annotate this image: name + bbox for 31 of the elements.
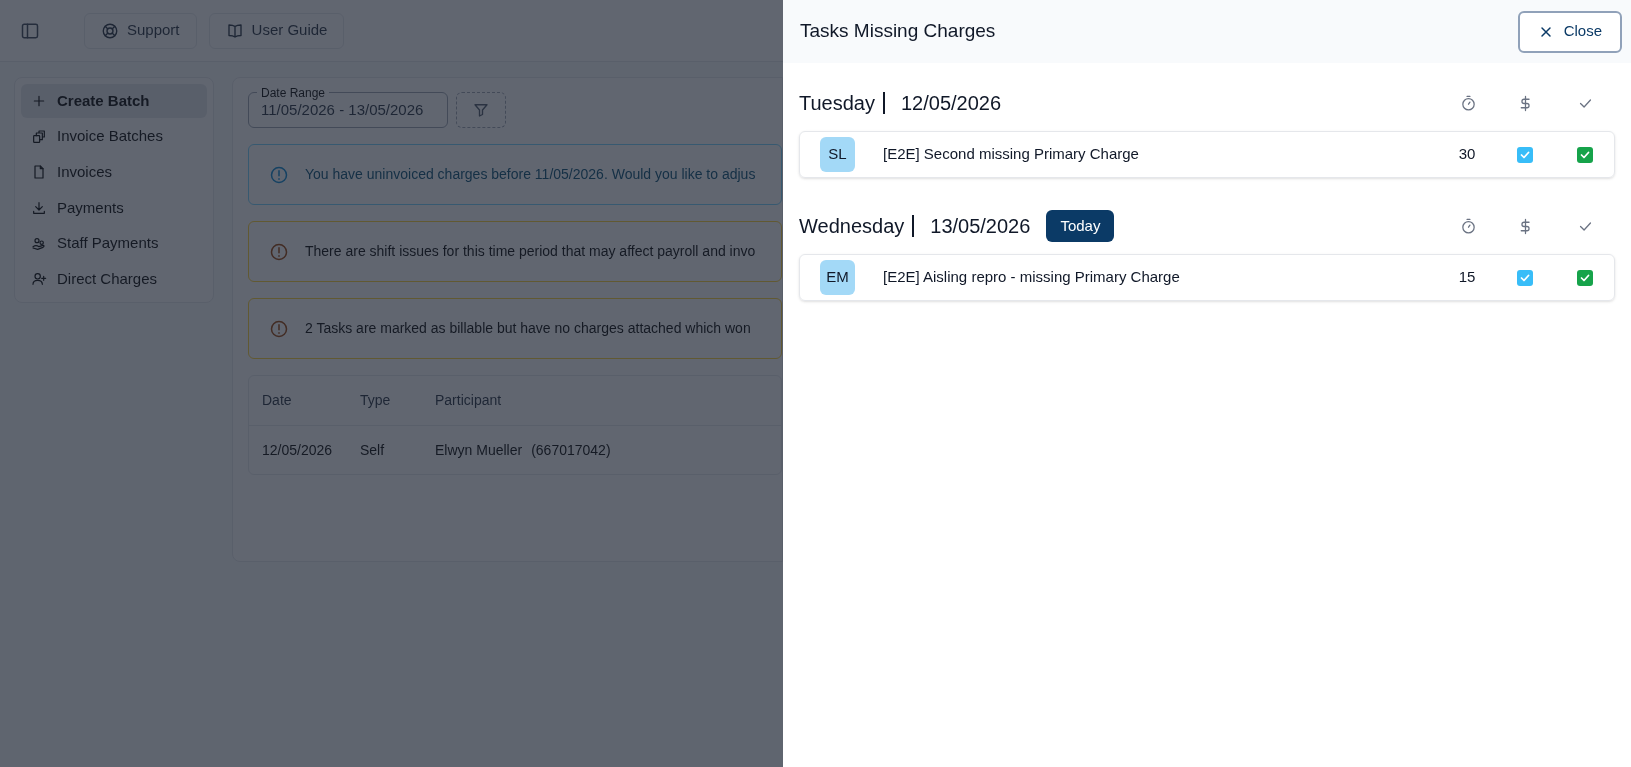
minutes-value: 30 <box>1458 144 1476 165</box>
checkbox[interactable] <box>1576 269 1593 286</box>
panel-title: Tasks Missing Charges <box>800 19 996 44</box>
checkbox[interactable] <box>1516 146 1533 163</box>
avatar: EM <box>820 260 855 295</box>
stopwatch-icon <box>1459 94 1477 112</box>
close-button[interactable]: Close <box>1517 10 1622 53</box>
task-name: [E2E] Aisling repro - missing Primary Charge <box>883 267 1180 288</box>
participant-id: (667017042) <box>531 440 611 460</box>
task-name: [E2E] Second missing Primary Charge <box>883 144 1139 165</box>
alert-text: There are shift issues for this time period that may affect payroll and invo <box>305 242 756 261</box>
column-header: Date <box>262 391 293 410</box>
column-header: Participant <box>435 391 502 410</box>
table-cell-text: Elwyn Mueller <box>435 440 523 460</box>
task-row[interactable]: EM [E2E] Aisling repro - missing Primary Charge 15 <box>799 254 1615 301</box>
alert-text: 2 Tasks are marked as billable but have no charges attached which won <box>305 319 751 338</box>
date-heading: 13/05/2026 <box>930 214 1031 239</box>
table-cell-text: Self <box>360 440 386 460</box>
column-header: Type <box>360 391 392 410</box>
stopwatch-icon <box>1459 217 1477 235</box>
weekday-heading: Wednesday <box>799 214 905 239</box>
minutes-value: 15 <box>1458 267 1476 288</box>
weekday-heading: Tuesday <box>799 91 875 116</box>
avatar: SL <box>820 137 855 172</box>
alert-text: You have uninvoiced charges before 11/05/2026. Would you like to adjus <box>305 165 756 184</box>
today-badge: Today <box>1046 210 1115 242</box>
checkbox[interactable] <box>1576 146 1593 163</box>
date-heading: 12/05/2026 <box>900 91 1002 116</box>
task-row[interactable]: SL [E2E] Second missing Primary Charge 30 <box>799 131 1615 178</box>
table-cell-text: 12/05/2026 <box>262 440 334 460</box>
checkbox[interactable] <box>1516 269 1533 286</box>
